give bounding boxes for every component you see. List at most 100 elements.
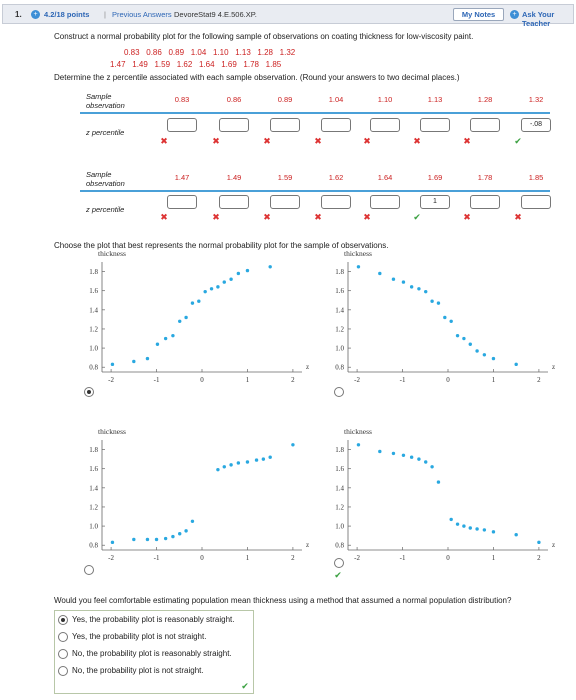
header-separator: | <box>104 10 106 19</box>
incorrect-x-icon: ✖ <box>263 136 271 146</box>
data-point <box>424 460 428 464</box>
data-point <box>245 460 250 464</box>
data-point <box>171 333 175 338</box>
final-answer-group: Yes, the probability plot is reasonably … <box>54 610 254 694</box>
sample-value: 1.04 <box>328 95 344 104</box>
data-point <box>229 277 233 281</box>
data-point <box>184 315 188 320</box>
final-option-2-radio[interactable] <box>58 632 68 642</box>
y-tick-label: 1.8 <box>335 268 344 276</box>
points-label: 4.2/18 points <box>44 10 90 19</box>
z-percentile-input[interactable] <box>321 118 351 132</box>
z-percentile-input[interactable] <box>219 195 249 209</box>
sample-value: 1.62 <box>328 173 344 182</box>
z-percentile-input[interactable] <box>219 118 249 132</box>
observation-label: observation <box>86 101 125 110</box>
data-point <box>222 465 226 469</box>
data-point <box>356 265 361 269</box>
y-tick-label: 1.2 <box>89 503 98 511</box>
data-point <box>236 461 241 465</box>
data-point <box>145 356 150 361</box>
plot-option-c-radio[interactable] <box>84 565 94 575</box>
x-tick-label: 2 <box>537 376 541 384</box>
z-percentile-input[interactable] <box>167 118 197 132</box>
plot-option-a-radio[interactable] <box>84 387 94 397</box>
data-point <box>462 336 466 341</box>
final-option-2-label[interactable]: Yes, the probability plot is not straigh… <box>72 632 206 641</box>
data-point <box>261 457 266 461</box>
data-point <box>514 362 518 367</box>
data-point <box>537 540 541 545</box>
final-option-1-label[interactable]: Yes, the probability plot is reasonably … <box>72 615 234 624</box>
sample-label: Sample <box>86 170 112 179</box>
data-point <box>110 540 115 545</box>
y-tick-label: 1.2 <box>335 503 344 511</box>
data-point <box>430 465 434 469</box>
x-axis-label: z <box>306 363 309 371</box>
y-tick-label: 0.8 <box>335 542 344 550</box>
x-axis-label: z <box>552 541 555 549</box>
ask-teacher-button[interactable]: Ask Your Teacher <box>522 10 573 28</box>
final-option-4-label[interactable]: No, the probability plot is not straight… <box>72 666 204 675</box>
data-line-2: 1.47 1.49 1.59 1.62 1.64 1.69 1.78 1.85 <box>110 60 282 69</box>
y-axis-label: thickness <box>344 427 372 436</box>
final-option-3-label[interactable]: No, the probability plot is reasonably s… <box>72 649 232 658</box>
x-tick-label: -1 <box>400 376 406 384</box>
z-percentile-input[interactable] <box>167 195 197 209</box>
y-tick-label: 1.6 <box>89 287 98 295</box>
y-tick-label: 0.8 <box>89 542 98 550</box>
data-point <box>132 537 136 542</box>
z-percentile-input[interactable]: -.08 <box>521 118 551 132</box>
data-point <box>378 271 382 276</box>
data-point <box>449 319 453 324</box>
final-option-1-radio[interactable] <box>58 615 68 625</box>
data-point <box>430 299 434 303</box>
probability-plot-d: thickness 1.8 1.6 1.4 1.2 1.0 0.8 -2 -1 0 1 2 z <box>335 427 555 562</box>
incorrect-x-icon: ✖ <box>263 212 271 222</box>
final-question-prompt: Would you feel comfortable estimating po… <box>54 596 512 605</box>
plot-option-b-radio[interactable] <box>334 387 344 397</box>
z-percentile-input[interactable] <box>470 118 500 132</box>
z-percentile-input[interactable] <box>521 195 551 209</box>
data-point <box>222 280 226 284</box>
final-option-4-radio[interactable] <box>58 666 68 676</box>
sample-value: 1.49 <box>226 173 242 182</box>
x-axis-label: z <box>552 363 555 371</box>
probability-plot-b: thickness 1.8 1.6 1.4 1.2 1.0 0.8 -2 -1 0 1 2 z <box>335 249 555 384</box>
z-percentile-input[interactable]: 1 <box>420 195 450 209</box>
data-point <box>190 301 195 305</box>
x-tick-label: -2 <box>354 376 360 384</box>
data-point <box>268 455 272 459</box>
incorrect-x-icon: ✖ <box>314 136 322 146</box>
incorrect-x-icon: ✖ <box>363 212 371 222</box>
z-percentile-input[interactable] <box>321 195 351 209</box>
y-tick-label: 1.4 <box>335 484 344 492</box>
data-point <box>154 537 159 542</box>
z-percentile-input[interactable] <box>370 195 400 209</box>
final-option-3-radio[interactable] <box>58 649 68 659</box>
data-point <box>401 280 406 284</box>
x-tick-label: -1 <box>154 554 160 562</box>
data-point <box>184 529 188 533</box>
data-point <box>291 443 295 447</box>
z-percentile-input[interactable] <box>270 118 300 132</box>
data-point <box>436 480 441 484</box>
expand-icon[interactable]: + <box>31 10 40 19</box>
y-tick-label: 1.0 <box>335 523 344 531</box>
z-percentile-input[interactable] <box>470 195 500 209</box>
z-percentile-input[interactable] <box>370 118 400 132</box>
x-tick-label: -2 <box>354 554 360 562</box>
sample-value: 1.78 <box>477 173 493 182</box>
x-tick-label: -2 <box>108 376 114 384</box>
my-notes-button[interactable]: My Notes <box>453 8 504 21</box>
sample-value: 1.13 <box>427 95 443 104</box>
ask-teacher-icon[interactable]: + <box>510 10 519 19</box>
plot-option-d-radio[interactable] <box>334 558 344 568</box>
data-point <box>163 536 168 541</box>
z-percentile-input[interactable] <box>270 195 300 209</box>
z-percentile-input[interactable] <box>420 118 450 132</box>
previous-answers-link[interactable]: Previous Answers <box>112 10 172 19</box>
y-tick-label: 1.8 <box>89 268 98 276</box>
data-point <box>178 532 182 536</box>
data-point <box>229 463 233 467</box>
